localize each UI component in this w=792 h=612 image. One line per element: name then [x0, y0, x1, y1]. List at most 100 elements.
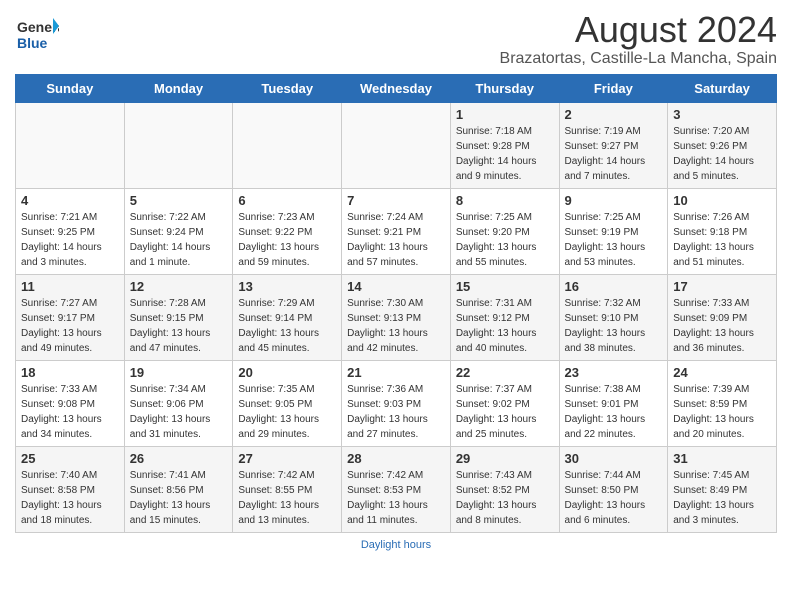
header-row: SundayMondayTuesdayWednesdayThursdayFrid…	[16, 74, 777, 102]
footer-link[interactable]: Daylight hours	[361, 539, 431, 551]
day-info: Sunrise: 7:34 AMSunset: 9:06 PMDaylight:…	[130, 382, 228, 442]
day-cell: 24Sunrise: 7:39 AMSunset: 8:59 PMDayligh…	[668, 360, 777, 446]
day-cell: 21 Sunrise: 7:36 AMSunset: 9:03 PMDayligh…	[342, 360, 451, 446]
day-number: 11	[21, 279, 119, 294]
day-cell: 5 Sunrise: 7:22 AMSunset: 9:24 PMDaylight…	[124, 188, 233, 274]
day-info: Sunrise: 7:19 AMSunset: 9:27 PMDaylight:…	[565, 124, 663, 184]
day-info: Sunrise: 7:38 AMSunset: 9:01 PMDaylight:…	[565, 382, 663, 442]
day-cell: 28 Sunrise: 7:42 AMSunset: 8:53 PMDayligh…	[342, 446, 451, 532]
day-info: Sunrise: 7:36 AMSunset: 9:03 PMDaylight:…	[347, 382, 445, 442]
day-info: Sunrise: 7:25 AMSunset: 9:20 PMDaylight:…	[456, 210, 554, 270]
day-cell: 7 Sunrise: 7:24 AMSunset: 9:21 PMDaylight…	[342, 188, 451, 274]
day-info: Sunrise: 7:35 AMSunset: 9:05 PMDaylight:…	[238, 382, 336, 442]
day-number: 29	[456, 451, 554, 466]
day-info: Sunrise: 7:32 AMSunset: 9:10 PMDaylight:…	[565, 296, 663, 356]
day-cell: 14 Sunrise: 7:30 AMSunset: 9:13 PMDayligh…	[342, 274, 451, 360]
day-number: 14	[347, 279, 445, 294]
day-number: 6	[238, 193, 336, 208]
day-header-friday: Friday	[559, 74, 668, 102]
day-cell: 10 Sunrise: 7:26 AMSunset: 9:18 PMDayligh…	[668, 188, 777, 274]
day-number: 31	[673, 451, 771, 466]
day-cell: 25 Sunrise: 7:40 AMSunset: 8:58 PMDayligh…	[16, 446, 125, 532]
day-cell: 20 Sunrise: 7:35 AMSunset: 9:05 PMDayligh…	[233, 360, 342, 446]
day-info: Sunrise: 7:42 AMSunset: 8:53 PMDaylight:…	[347, 468, 445, 528]
day-cell	[233, 102, 342, 188]
day-number: 5	[130, 193, 228, 208]
footer: Daylight hours	[15, 539, 777, 551]
day-info: Sunrise: 7:26 AMSunset: 9:18 PMDaylight:…	[673, 210, 771, 270]
day-info: Sunrise: 7:22 AMSunset: 9:24 PMDaylight:…	[130, 210, 228, 270]
day-cell: 11 Sunrise: 7:27 AMSunset: 9:17 PMDayligh…	[16, 274, 125, 360]
day-cell: 30 Sunrise: 7:44 AMSunset: 8:50 PMDayligh…	[559, 446, 668, 532]
day-cell: 16 Sunrise: 7:32 AMSunset: 9:10 PMDayligh…	[559, 274, 668, 360]
day-cell: 3Sunrise: 7:20 AMSunset: 9:26 PMDaylight…	[668, 102, 777, 188]
day-number: 16	[565, 279, 663, 294]
day-cell: 23 Sunrise: 7:38 AMSunset: 9:01 PMDayligh…	[559, 360, 668, 446]
week-row-2: 4Sunrise: 7:21 AMSunset: 9:25 PMDaylight…	[16, 188, 777, 274]
day-header-thursday: Thursday	[450, 74, 559, 102]
day-info: Sunrise: 7:23 AMSunset: 9:22 PMDaylight:…	[238, 210, 336, 270]
day-cell: 6 Sunrise: 7:23 AMSunset: 9:22 PMDaylight…	[233, 188, 342, 274]
day-cell: 17 Sunrise: 7:33 AMSunset: 9:09 PMDayligh…	[668, 274, 777, 360]
day-info: Sunrise: 7:24 AMSunset: 9:21 PMDaylight:…	[347, 210, 445, 270]
day-cell: 9 Sunrise: 7:25 AMSunset: 9:19 PMDaylight…	[559, 188, 668, 274]
day-cell: 13Sunrise: 7:29 AMSunset: 9:14 PMDayligh…	[233, 274, 342, 360]
day-info: Sunrise: 7:18 AMSunset: 9:28 PMDaylight:…	[456, 124, 554, 184]
day-cell: 22Sunrise: 7:37 AMSunset: 9:02 PMDayligh…	[450, 360, 559, 446]
day-number: 30	[565, 451, 663, 466]
day-number: 27	[238, 451, 336, 466]
day-info: Sunrise: 7:21 AMSunset: 9:25 PMDaylight:…	[21, 210, 119, 270]
day-cell: 15 Sunrise: 7:31 AMSunset: 9:12 PMDayligh…	[450, 274, 559, 360]
day-info: Sunrise: 7:25 AMSunset: 9:19 PMDaylight:…	[565, 210, 663, 270]
day-cell: 31Sunrise: 7:45 AMSunset: 8:49 PMDayligh…	[668, 446, 777, 532]
month-title: August 2024	[500, 10, 777, 50]
day-header-sunday: Sunday	[16, 74, 125, 102]
day-info: Sunrise: 7:27 AMSunset: 9:17 PMDaylight:…	[21, 296, 119, 356]
day-cell: 8 Sunrise: 7:25 AMSunset: 9:20 PMDaylight…	[450, 188, 559, 274]
day-header-saturday: Saturday	[668, 74, 777, 102]
day-number: 10	[673, 193, 771, 208]
week-row-5: 25 Sunrise: 7:40 AMSunset: 8:58 PMDayligh…	[16, 446, 777, 532]
day-number: 21	[347, 365, 445, 380]
title-block: August 2024 Brazatortas, Castille-La Man…	[500, 10, 777, 68]
calendar-table: SundayMondayTuesdayWednesdayThursdayFrid…	[15, 74, 777, 533]
header: General Blue August 2024 Brazatortas, Ca…	[15, 10, 777, 68]
week-row-1: 1Sunrise: 7:18 AMSunset: 9:28 PMDaylight…	[16, 102, 777, 188]
day-header-tuesday: Tuesday	[233, 74, 342, 102]
day-cell: 18Sunrise: 7:33 AMSunset: 9:08 PMDayligh…	[16, 360, 125, 446]
day-number: 7	[347, 193, 445, 208]
week-row-4: 18Sunrise: 7:33 AMSunset: 9:08 PMDayligh…	[16, 360, 777, 446]
day-number: 28	[347, 451, 445, 466]
day-cell	[16, 102, 125, 188]
day-cell: 19Sunrise: 7:34 AMSunset: 9:06 PMDayligh…	[124, 360, 233, 446]
day-info: Sunrise: 7:31 AMSunset: 9:12 PMDaylight:…	[456, 296, 554, 356]
day-number: 2	[565, 107, 663, 122]
svg-text:General: General	[17, 19, 59, 35]
day-number: 17	[673, 279, 771, 294]
day-info: Sunrise: 7:33 AMSunset: 9:09 PMDaylight:…	[673, 296, 771, 356]
day-number: 15	[456, 279, 554, 294]
day-info: Sunrise: 7:30 AMSunset: 9:13 PMDaylight:…	[347, 296, 445, 356]
logo-icon: General Blue	[15, 10, 59, 54]
day-number: 25	[21, 451, 119, 466]
day-number: 23	[565, 365, 663, 380]
day-cell: 12Sunrise: 7:28 AMSunset: 9:15 PMDayligh…	[124, 274, 233, 360]
day-cell: 1Sunrise: 7:18 AMSunset: 9:28 PMDaylight…	[450, 102, 559, 188]
day-cell	[342, 102, 451, 188]
svg-text:Blue: Blue	[17, 35, 48, 51]
day-cell	[124, 102, 233, 188]
day-info: Sunrise: 7:44 AMSunset: 8:50 PMDaylight:…	[565, 468, 663, 528]
day-header-wednesday: Wednesday	[342, 74, 451, 102]
day-number: 26	[130, 451, 228, 466]
day-cell: 2 Sunrise: 7:19 AMSunset: 9:27 PMDaylight…	[559, 102, 668, 188]
day-number: 8	[456, 193, 554, 208]
day-cell: 29Sunrise: 7:43 AMSunset: 8:52 PMDayligh…	[450, 446, 559, 532]
day-number: 13	[238, 279, 336, 294]
day-info: Sunrise: 7:39 AMSunset: 8:59 PMDaylight:…	[673, 382, 771, 442]
page-container: General Blue August 2024 Brazatortas, Ca…	[0, 0, 792, 561]
day-info: Sunrise: 7:42 AMSunset: 8:55 PMDaylight:…	[238, 468, 336, 528]
day-info: Sunrise: 7:40 AMSunset: 8:58 PMDaylight:…	[21, 468, 119, 528]
day-number: 9	[565, 193, 663, 208]
day-number: 18	[21, 365, 119, 380]
day-number: 20	[238, 365, 336, 380]
